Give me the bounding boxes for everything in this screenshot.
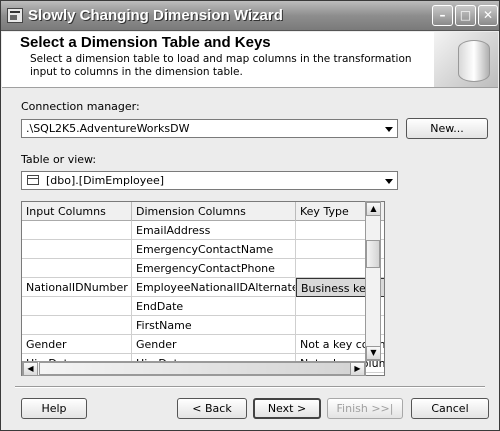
table-or-view-label: Table or view: [21,153,97,166]
table-row[interactable]: EmergencyContactName [22,240,384,259]
next-button[interactable]: Next > [253,398,321,419]
grid-vertical-scrollbar[interactable]: ▲ ▼ [365,201,381,361]
dimension-column-cell: EmergencyContactPhone [132,259,296,278]
new-connection-button[interactable]: New... [406,118,488,139]
table-icon [27,175,39,185]
back-button[interactable]: < Back [177,398,247,419]
dimension-column-cell: Gender [132,335,296,354]
connection-manager-combo[interactable]: .\SQL2K5.AdventureWorksDW [21,119,398,138]
wizard-header: Select a Dimension Table and Keys Select… [2,32,498,88]
table-or-view-value: [dbo].[DimEmployee] [46,174,165,187]
page-description: Select a dimension table to load and map… [30,53,412,78]
chevron-down-icon[interactable] [381,120,397,137]
chevron-down-icon[interactable] [381,172,397,189]
connection-manager-value: .\SQL2K5.AdventureWorksDW [26,122,190,135]
column-mapping-grid[interactable]: Input Columns Dimension Columns Key Type… [21,201,385,376]
dimension-column-cell: EndDate [132,297,296,316]
wizard-app-icon [7,8,23,23]
column-header-dimension[interactable]: Dimension Columns [132,202,296,221]
table-row[interactable]: NationalIDNumber EmployeeNationalIDAlter… [22,278,384,297]
footer-divider [15,386,485,388]
scroll-down-icon[interactable]: ▼ [366,346,381,360]
dimension-column-cell: EmailAddress [132,221,296,240]
minimize-button[interactable]: – [432,5,453,26]
column-header-input[interactable]: Input Columns [22,202,132,221]
input-column-cell[interactable] [22,316,132,335]
table-row[interactable]: FirstName [22,316,384,335]
scroll-up-icon[interactable]: ▲ [366,202,381,216]
input-column-cell[interactable] [22,259,132,278]
close-button[interactable]: ✕ [478,5,498,26]
help-button[interactable]: Help [21,398,87,419]
dimension-column-cell: FirstName [132,316,296,335]
window-title: Slowly Changing Dimension Wizard [28,7,283,24]
finish-button[interactable]: Finish >>| [327,398,403,419]
table-row[interactable]: EmergencyContactPhone [22,259,384,278]
table-row[interactable]: Gender Gender Not a key column [22,335,384,354]
cancel-button[interactable]: Cancel [411,398,489,419]
input-column-cell[interactable] [22,297,132,316]
horizontal-scroll-thumb[interactable] [39,362,351,375]
table-row[interactable]: EmailAddress [22,221,384,240]
input-column-cell[interactable]: NationalIDNumber [22,278,132,297]
input-column-cell[interactable] [22,221,132,240]
dimension-column-cell: EmployeeNationalIDAlternateKey [132,278,296,297]
input-column-cell[interactable] [22,240,132,259]
dimension-column-cell: EmergencyContactName [132,240,296,259]
page-title: Select a Dimension Table and Keys [20,34,271,51]
connection-manager-label: Connection manager: [21,100,140,113]
table-or-view-combo[interactable]: [dbo].[DimEmployee] [21,171,398,190]
vertical-scroll-thumb[interactable] [366,240,380,268]
scroll-left-icon[interactable]: ◀ [23,362,38,376]
database-graphic-icon [434,32,498,87]
input-column-cell[interactable]: Gender [22,335,132,354]
scroll-right-icon[interactable]: ▶ [350,362,365,376]
title-bar[interactable]: Slowly Changing Dimension Wizard – □ ✕ [1,1,499,31]
table-row[interactable]: EndDate [22,297,384,316]
grid-header: Input Columns Dimension Columns Key Type [22,202,384,221]
wizard-window: Slowly Changing Dimension Wizard – □ ✕ S… [0,0,500,431]
maximize-button[interactable]: □ [455,5,476,26]
grid-horizontal-scrollbar[interactable]: ◀ ▶ [22,361,366,376]
